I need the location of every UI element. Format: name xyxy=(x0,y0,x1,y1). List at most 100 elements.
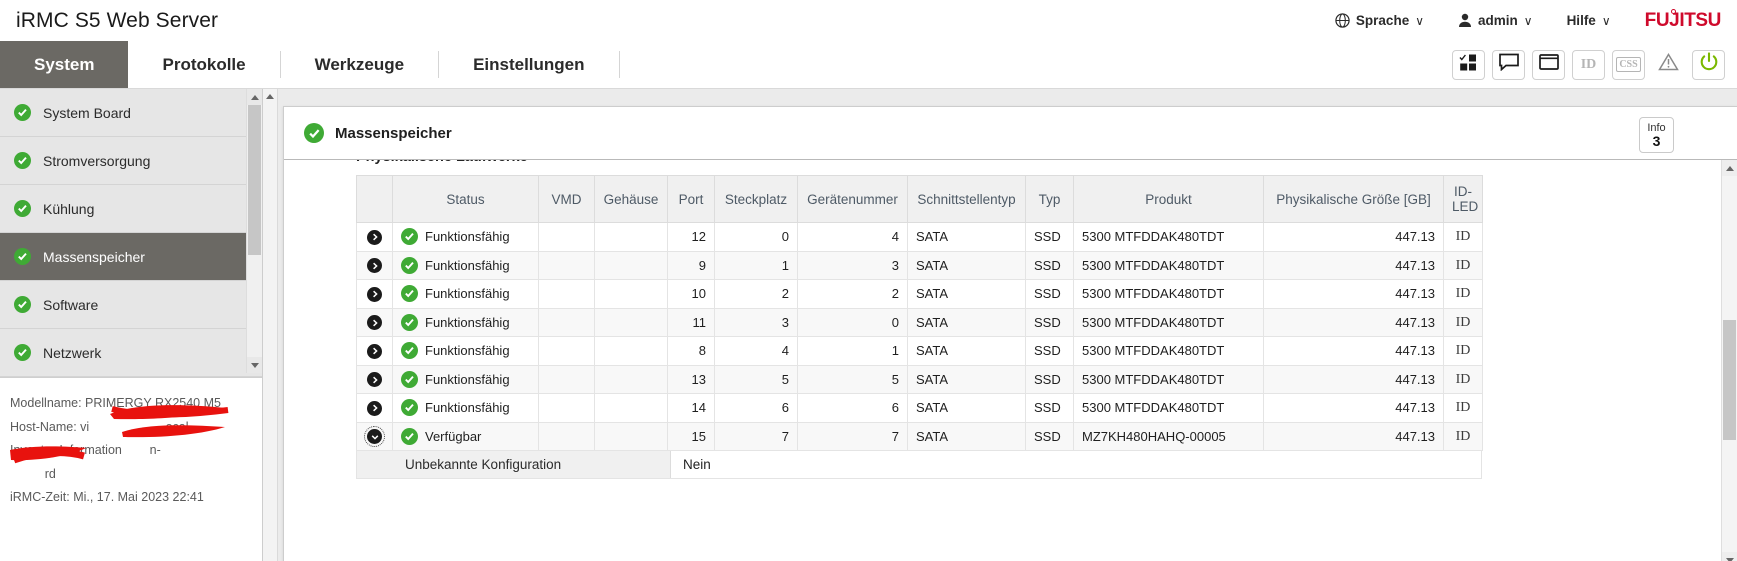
table-row[interactable]: Funktionsfähig 11 3 0 SATA SSD 5300 MTFDDAK480… xyxy=(356,307,1483,337)
fujitsu-logo-text: FUJITSU xyxy=(1644,9,1722,31)
scrollbar-up-arrow[interactable] xyxy=(1722,160,1737,176)
status-ok-icon xyxy=(401,313,418,331)
table-row[interactable]: Funktionsfähig 10 2 2 SATA SSD 5300 MTFDDAK480… xyxy=(356,279,1483,309)
window-icon-button[interactable] xyxy=(1532,49,1565,80)
row-expand-cell[interactable] xyxy=(356,250,393,280)
row-steckplatz-cell: 2 xyxy=(714,279,798,309)
info-badge-label: Info xyxy=(1647,121,1666,134)
scrollbar-down-arrow[interactable] xyxy=(247,357,262,373)
user-menu[interactable]: admin ∨ xyxy=(1458,13,1533,28)
expand-row-right-icon[interactable] xyxy=(367,400,382,416)
row-produkt-cell: 5300 MTFDDAK480TDT xyxy=(1073,307,1264,337)
id-led-button[interactable]: ID xyxy=(1456,400,1471,415)
sidebar-item-netzwerk[interactable]: Netzwerk xyxy=(0,329,262,377)
sidebar-item-massenspeicher[interactable]: Massenspeicher xyxy=(0,233,262,281)
status-ok-icon xyxy=(14,104,31,121)
table-row[interactable]: Funktionsfähig 14 6 6 SATA SSD 5300 MTFDDAK480… xyxy=(356,393,1483,423)
row-expand-cell[interactable] xyxy=(356,364,393,394)
table-row[interactable]: Verfügbar 15 7 7 SATA SSD MZ7KH480HAHQ-00005 44… xyxy=(356,421,1483,451)
panel-header: Massenspeicher Info 3 xyxy=(284,107,1737,159)
row-gehaeuse-cell xyxy=(594,364,668,394)
row-id-led-cell[interactable]: ID xyxy=(1443,336,1483,366)
sidebar-item-stromversorgung[interactable]: Stromversorgung xyxy=(0,137,262,185)
status-ok-icon xyxy=(14,200,31,217)
dashboard-icon-button[interactable] xyxy=(1452,49,1485,80)
row-id-led-cell[interactable]: ID xyxy=(1443,364,1483,394)
id-led-button[interactable]: ID xyxy=(1456,286,1471,301)
row-vmd-cell xyxy=(538,364,595,394)
id-led-button[interactable]: ID xyxy=(1456,315,1471,330)
row-expand-cell[interactable] xyxy=(356,421,393,451)
row-port-cell: 14 xyxy=(667,393,715,423)
identify-led-icon-button[interactable]: ID xyxy=(1572,49,1605,80)
sidebar-item-label: Netzwerk xyxy=(43,344,102,361)
power-icon-button[interactable] xyxy=(1692,49,1725,80)
col-id-led: ID-LED xyxy=(1443,175,1483,223)
id-led-button[interactable]: ID xyxy=(1456,343,1471,358)
id-led-button[interactable]: ID xyxy=(1456,229,1471,244)
scrollbar-up-arrow[interactable] xyxy=(263,89,277,104)
outer-scrollbar[interactable] xyxy=(263,89,278,561)
table-row[interactable]: Funktionsfähig 13 5 5 SATA SSD 5300 MTFDDAK480… xyxy=(356,364,1483,394)
row-expand-cell[interactable] xyxy=(356,393,393,423)
help-menu[interactable]: Hilfe ∨ xyxy=(1567,13,1611,28)
row-typ-cell: SSD xyxy=(1025,279,1074,309)
scrollbar-thumb[interactable] xyxy=(248,105,261,255)
row-id-led-cell[interactable]: ID xyxy=(1443,421,1483,451)
row-groesse-cell: 447.13 xyxy=(1263,279,1444,309)
scrollbar-thumb[interactable] xyxy=(1723,320,1736,440)
sidebar-scrollbar[interactable] xyxy=(246,89,262,373)
row-steckplatz-cell: 1 xyxy=(714,250,798,280)
id-led-button[interactable]: ID xyxy=(1456,429,1471,444)
row-status-label: Funktionsfähig xyxy=(425,371,510,387)
expand-row-down-icon[interactable] xyxy=(364,426,385,447)
row-expand-cell[interactable] xyxy=(356,307,393,337)
row-port-cell: 11 xyxy=(667,307,715,337)
expand-row-right-icon[interactable] xyxy=(367,258,382,273)
sidebar-item-kuehlung[interactable]: Kühlung xyxy=(0,185,262,233)
row-steckplatz-cell: 5 xyxy=(714,364,798,394)
expand-row-right-icon[interactable] xyxy=(367,229,382,245)
table-row[interactable]: Funktionsfähig 12 0 4 SATA SSD 5300 MTFDDAK480… xyxy=(356,222,1483,252)
row-produkt-cell: MZ7KH480HAHQ-00005 xyxy=(1073,421,1264,451)
row-groesse-cell: 447.13 xyxy=(1263,421,1444,451)
sidebar-item-label: System Board xyxy=(43,104,131,121)
row-expand-cell[interactable] xyxy=(356,222,393,252)
scrollbar-up-arrow[interactable] xyxy=(247,89,262,105)
status-ok-icon xyxy=(401,399,418,417)
id-led-button[interactable]: ID xyxy=(1456,372,1471,387)
row-id-led-cell[interactable]: ID xyxy=(1443,279,1483,309)
tab-werkzeuge[interactable]: Werkzeuge xyxy=(281,41,438,88)
col-steckplatz: Steckplatz xyxy=(714,175,798,223)
scrollbar-down-arrow[interactable] xyxy=(1722,552,1737,561)
globe-icon xyxy=(1335,13,1350,28)
tab-system[interactable]: System xyxy=(0,41,129,88)
row-status-label: Funktionsfähig xyxy=(425,257,510,273)
warning-icon-button[interactable] xyxy=(1652,49,1685,80)
row-expand-cell[interactable] xyxy=(356,336,393,366)
table-row[interactable]: Funktionsfähig 8 4 1 SATA SSD 5300 MTFDDAK480T… xyxy=(356,336,1483,366)
expand-row-right-icon[interactable] xyxy=(367,286,382,302)
info-badge[interactable]: Info 3 xyxy=(1639,117,1674,153)
chat-icon-button[interactable] xyxy=(1492,49,1525,80)
row-id-led-cell[interactable]: ID xyxy=(1443,307,1483,337)
sidebar-item-software[interactable]: Software xyxy=(0,281,262,329)
expand-row-right-icon[interactable] xyxy=(367,343,382,359)
row-id-led-cell[interactable]: ID xyxy=(1443,393,1483,423)
row-expand-cell[interactable] xyxy=(356,279,393,309)
row-status-cell: Funktionsfähig xyxy=(392,279,539,309)
id-led-button[interactable]: ID xyxy=(1456,258,1471,273)
panel-scrollbar[interactable] xyxy=(1721,160,1737,561)
user-icon xyxy=(1458,13,1472,28)
sidebar-item-system-board[interactable]: System Board xyxy=(0,89,262,137)
table-row[interactable]: Funktionsfähig 9 1 3 SATA SSD 5300 MTFDDAK480T… xyxy=(356,250,1483,280)
language-menu[interactable]: Sprache ∨ xyxy=(1335,13,1424,28)
tab-einstellungen[interactable]: Einstellungen xyxy=(439,41,618,88)
expand-row-right-icon[interactable] xyxy=(367,315,382,330)
tab-protokolle[interactable]: Protokolle xyxy=(128,41,279,88)
dashboard-icon xyxy=(1459,53,1478,77)
row-id-led-cell[interactable]: ID xyxy=(1443,222,1483,252)
css-icon-button[interactable]: CSS xyxy=(1612,49,1645,80)
expand-row-right-icon[interactable] xyxy=(367,372,382,387)
row-id-led-cell[interactable]: ID xyxy=(1443,250,1483,280)
